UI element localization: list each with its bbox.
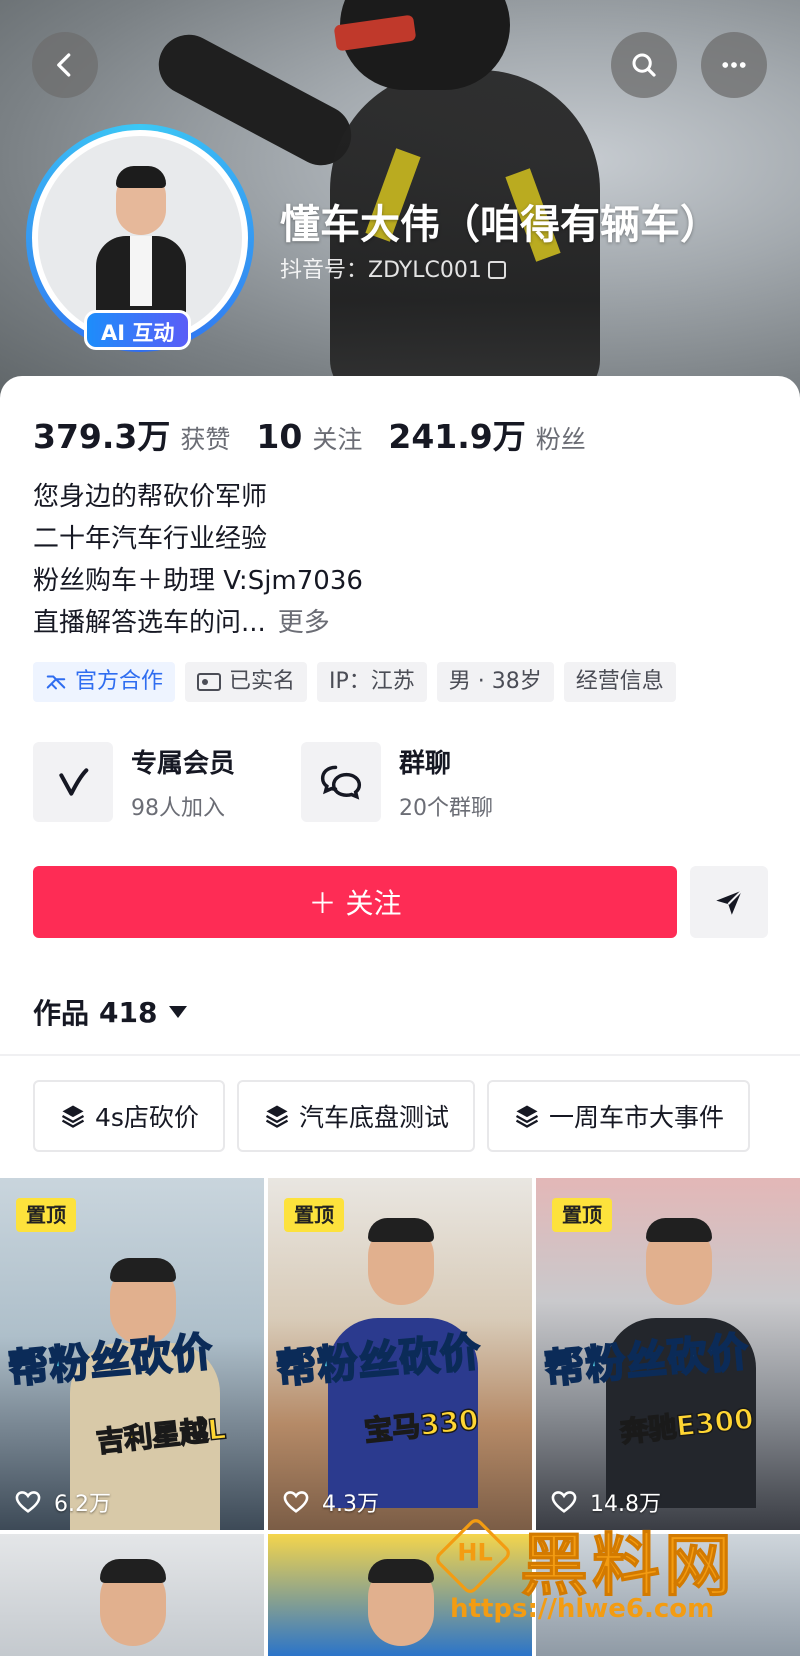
feature-group-chat[interactable]: 群聊 20个群聊 <box>301 742 493 822</box>
video-tile[interactable]: 置顶 帮粉丝砍价 吉利星越L 6.2万 <box>0 1178 264 1530</box>
avatar-shirt <box>130 236 152 306</box>
bio-more-link[interactable]: 更多 <box>278 608 330 638</box>
chevron-left-icon <box>57 53 71 77</box>
tag-label: 经营信息 <box>575 669 664 694</box>
video-person-hair <box>110 1258 176 1282</box>
more-button[interactable] <box>701 32 767 98</box>
collections-row: 4s店砍价 汽车底盘测试 一周车市大事件 <box>33 1080 762 1152</box>
video-tile[interactable]: 置顶 帮粉丝砍价 宝马330 4.3万 <box>268 1178 532 1530</box>
ai-interact-badge[interactable]: AI 互动 <box>84 310 192 350</box>
collection-chip[interactable]: 4s店砍价 <box>33 1080 225 1152</box>
paper-plane-icon <box>716 889 743 915</box>
layers-icon <box>515 1105 539 1128</box>
watermark-logo-text: HL <box>457 1538 493 1567</box>
video-likes-count: 6.2万 <box>54 1492 111 1517</box>
back-button[interactable] <box>32 32 98 98</box>
id-card-icon <box>197 673 222 691</box>
bio: 您身边的帮砍价军师 二十年汽车行业经验 粉丝购车＋助理 V:Sjm7036 直播… <box>33 476 363 644</box>
tag-label: 男 · 38岁 <box>448 669 542 694</box>
tag-official[interactable]: 官方合作 <box>33 662 176 702</box>
stat-likes[interactable]: 379.3万 获赞 <box>33 410 230 458</box>
video-tile[interactable]: 置顶 帮粉丝砍价 奔驰E300 14.8万 <box>536 1178 800 1530</box>
stat-label: 关注 <box>312 425 363 454</box>
works-tab[interactable]: 作品 418 <box>33 992 188 1032</box>
douyin-id[interactable]: 抖音号：ZDYLC001 <box>280 252 506 284</box>
bio-line: 粉丝购车＋助理 V:Sjm7036 <box>33 566 363 596</box>
bio-line: 二十年汽车行业经验 <box>33 524 268 554</box>
video-person-hair <box>368 1218 434 1242</box>
tag-label: 官方合作 <box>75 669 164 694</box>
works-count: 418 <box>99 995 158 1029</box>
watermark: HL 黑料网 https://hlwe6.com <box>432 1510 780 1630</box>
stat-label: 获赞 <box>180 425 231 454</box>
watermark-logo: HL <box>432 1515 514 1597</box>
heart-icon <box>15 1491 41 1513</box>
bio-line: 直播解答选车的问... <box>33 608 266 638</box>
collection-label: 汽车底盘测试 <box>298 1103 449 1132</box>
video-person-hair <box>646 1218 712 1242</box>
copy-icon[interactable] <box>487 261 506 279</box>
feature-subtitle: 98人加入 <box>131 795 225 821</box>
avatar-hair <box>116 166 166 188</box>
tag-label: IP：江苏 <box>329 669 415 694</box>
feature-title: 群聊 <box>399 748 452 779</box>
collection-chip[interactable]: 汽车底盘测试 <box>236 1080 475 1152</box>
works-label: 作品 <box>33 997 90 1030</box>
stat-label: 粉丝 <box>535 425 586 454</box>
tag-verified[interactable]: 已实名 <box>185 662 308 702</box>
divider <box>0 1054 800 1056</box>
video-person-hair <box>100 1559 166 1583</box>
tag-ip[interactable]: IP：江苏 <box>317 662 427 702</box>
layers-icon <box>61 1105 85 1128</box>
feature-vip[interactable]: 专属会员 98人加入 <box>33 742 235 822</box>
tag-label: 已实名 <box>229 669 296 694</box>
stat-value: 241.9万 <box>388 417 526 456</box>
watermark-url: https://hlwe6.com <box>450 1594 715 1624</box>
tag-gender-age[interactable]: 男 · 38岁 <box>436 662 554 702</box>
collection-label: 一周车市大事件 <box>548 1103 724 1132</box>
pinned-badge: 置顶 <box>284 1198 344 1232</box>
heart-icon <box>283 1491 309 1513</box>
stat-value: 379.3万 <box>33 417 171 456</box>
search-icon <box>632 53 656 77</box>
pinned-badge: 置顶 <box>16 1198 76 1232</box>
feature-title: 专属会员 <box>131 748 236 779</box>
search-button[interactable] <box>611 32 677 98</box>
video-likes-count: 4.3万 <box>322 1492 379 1517</box>
feature-subtitle: 20个群聊 <box>399 795 494 821</box>
tags-row: 官方合作 已实名 IP：江苏 男 · 38岁 经营信息 <box>33 662 686 702</box>
bio-line: 您身边的帮砍价军师 <box>33 482 268 512</box>
follow-button[interactable]: ＋ 关注 <box>33 866 677 938</box>
collection-chip[interactable]: 一周车市大事件 <box>486 1080 750 1152</box>
pinned-badge: 置顶 <box>552 1198 612 1232</box>
more-dots-icon <box>722 62 746 68</box>
bio-line-last: 直播解答选车的问... 更多 <box>33 602 363 644</box>
chat-bubbles-icon <box>301 742 382 822</box>
nickname: 懂车大伟（咱得有辆车） <box>280 202 720 248</box>
video-tile[interactable] <box>0 1534 264 1656</box>
layers-icon <box>265 1105 289 1128</box>
stat-following[interactable]: 10 关注 <box>256 417 362 456</box>
tag-business-info[interactable]: 经营信息 <box>563 662 676 702</box>
douyin-id-text: 抖音号：ZDYLC001 <box>280 258 482 283</box>
stat-value: 10 <box>256 417 303 456</box>
caret-down-icon <box>169 1006 188 1018</box>
stats-row: 379.3万 获赞 10 关注 241.9万 粉丝 <box>33 410 612 458</box>
stat-followers[interactable]: 241.9万 粉丝 <box>388 410 585 458</box>
video-likes: 6.2万 <box>14 1486 111 1518</box>
video-person-hair <box>368 1559 434 1583</box>
vip-v-icon <box>33 742 113 822</box>
features-row: 专属会员 98人加入 群聊 20个群聊 <box>33 742 559 822</box>
share-button[interactable] <box>690 866 768 938</box>
handshake-icon <box>46 675 66 690</box>
video-likes: 4.3万 <box>282 1486 379 1518</box>
collection-label: 4s店砍价 <box>95 1103 199 1132</box>
